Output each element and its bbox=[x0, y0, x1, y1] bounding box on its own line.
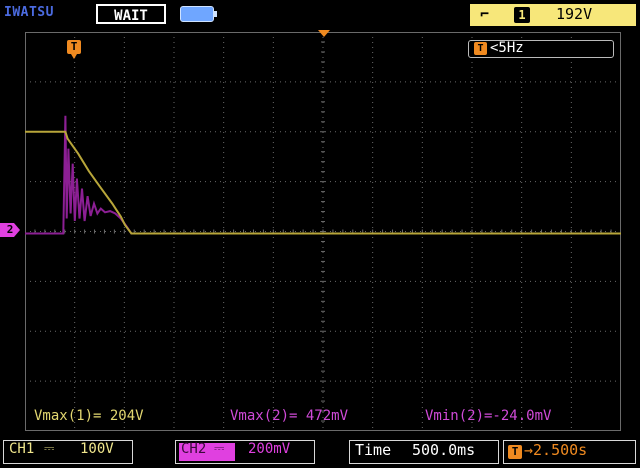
trigger-level: 192V bbox=[556, 5, 593, 23]
trigger-delay-value: →2.500s bbox=[524, 441, 588, 459]
rising-edge-icon: ⌐ bbox=[480, 5, 490, 23]
measurement-vmax-ch2: Vmax(2)= 472mV bbox=[230, 408, 349, 424]
ch2-label: CH2 bbox=[181, 441, 207, 457]
trigger-icon: T bbox=[474, 42, 487, 55]
measurement-vmin-ch2: Vmin(2)=-24.0mV bbox=[425, 408, 552, 424]
dc-coupling-icon: ⎓ bbox=[214, 441, 225, 456]
trigger-source-badge: 1 bbox=[514, 7, 530, 23]
dc-coupling-icon: ⎓ bbox=[44, 441, 55, 456]
battery-icon bbox=[180, 6, 217, 22]
trigger-icon: T bbox=[508, 445, 522, 459]
timebase-label: Time bbox=[355, 441, 392, 459]
timebase-value: 500.0ms bbox=[412, 441, 476, 459]
ch1-scale: 100V bbox=[80, 441, 114, 457]
run-status-badge: WAIT bbox=[96, 4, 166, 24]
brand-logo: IWATSU bbox=[4, 5, 54, 20]
trigger-time-marker[interactable]: T bbox=[67, 40, 81, 59]
grid-lines bbox=[25, 32, 621, 431]
ch2-ground-marker[interactable]: 2 bbox=[0, 223, 20, 237]
graticule bbox=[25, 32, 621, 431]
trigger-position-marker[interactable] bbox=[318, 30, 330, 37]
ch1-label: CH1 bbox=[9, 441, 35, 457]
ch2-scale: 200mV bbox=[248, 441, 291, 457]
trigger-status-box[interactable] bbox=[470, 4, 636, 26]
measurement-vmax-ch1: Vmax(1)= 204V bbox=[34, 408, 144, 424]
frequency-readout: <5Hz bbox=[490, 40, 524, 56]
ch2-trace bbox=[25, 115, 621, 235]
